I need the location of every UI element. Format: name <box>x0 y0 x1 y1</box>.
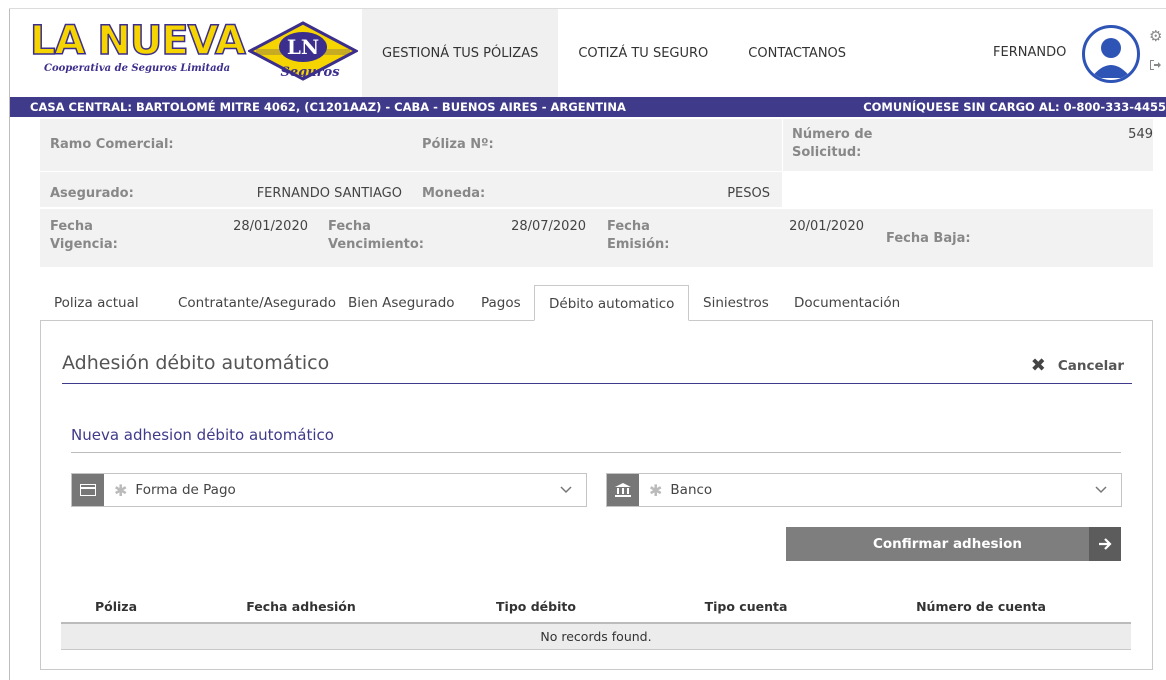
mark-initials: LN <box>287 35 319 59</box>
col-tipo-debito[interactable]: Tipo débito <box>476 599 596 614</box>
mark-word: Seguros <box>280 65 340 80</box>
cancel-button[interactable]: ✖ Cancelar <box>1031 355 1124 376</box>
forma-pago-select[interactable]: ✱ Forma de Pago <box>71 473 587 507</box>
emision-label-2: Emisión: <box>607 237 670 252</box>
debito-panel: Adhesión débito automático ✖ Cancelar Nu… <box>40 320 1153 670</box>
policy-row-3 <box>40 207 1153 267</box>
asegurado-label: Asegurado: <box>50 186 134 201</box>
confirm-adhesion-button[interactable]: Confirmar adhesion <box>786 527 1121 561</box>
tab-pagos[interactable]: Pagos <box>467 285 535 321</box>
logo-text: LA NUEVA <box>29 18 246 64</box>
chevron-down-icon <box>560 483 586 498</box>
phone-text: COMUNÍQUESE SIN CARGO AL: 0-800-333-4455 <box>863 100 1166 114</box>
tab-siniestros[interactable]: Siniestros <box>689 285 783 321</box>
tab-bien-asegurado[interactable]: Bien Asegurado <box>334 285 469 321</box>
avatar-silhouette <box>1091 38 1131 78</box>
logo-tagline: Cooperativa de Seguros Limitada <box>44 63 231 74</box>
col-tipo-cuenta[interactable]: Tipo cuenta <box>681 599 811 614</box>
panel-title: Adhesión débito automático <box>62 352 330 374</box>
emision-label-1: Fecha <box>607 219 650 234</box>
tab-contratante-asegurado[interactable]: Contratante/Asegurado <box>164 285 350 321</box>
emision-value: 20/01/2020 <box>789 219 864 234</box>
vigencia-label-2: Vigencia: <box>50 237 118 252</box>
ramo-label: Ramo Comercial: <box>50 137 174 152</box>
baja-label: Fecha Baja: <box>886 231 971 246</box>
header: LA NUEVA Cooperativa de Seguros Limitada… <box>10 9 1166 97</box>
user-avatar-icon[interactable] <box>1082 25 1140 83</box>
banco-select[interactable]: ✱ Banco <box>606 473 1122 507</box>
close-icon: ✖ <box>1030 355 1046 376</box>
forma-pago-placeholder: Forma de Pago <box>135 482 236 498</box>
title-divider <box>62 383 1132 384</box>
nav-gestiona-polizas[interactable]: GESTIONÁ TUS PÓLIZAS <box>362 9 559 97</box>
vencimiento-label-2: Vencimiento: <box>328 237 425 252</box>
confirm-label: Confirmar adhesion <box>872 536 1023 552</box>
nav-cotiza-seguro[interactable]: COTIZÁ TU SEGURO <box>558 9 728 97</box>
cancel-label: Cancelar <box>1057 357 1124 374</box>
logout-icon[interactable] <box>1149 59 1161 75</box>
info-bar: CASA CENTRAL: BARTOLOMÉ MITRE 4062, (C12… <box>10 97 1166 117</box>
solicitud-label-2: Solicitud: <box>792 145 862 160</box>
col-poliza[interactable]: Póliza <box>61 599 171 614</box>
banco-placeholder: Banco <box>670 482 713 498</box>
bank-icon <box>607 474 639 506</box>
col-numero-cuenta[interactable]: Número de cuenta <box>906 599 1056 614</box>
chevron-down-icon <box>1095 483 1121 498</box>
user-name[interactable]: FERNANDO <box>993 45 1066 60</box>
vencimiento-label-1: Fecha <box>328 219 371 234</box>
ln-seguros-mark-icon: LN Seguros <box>248 21 358 81</box>
brand-logo[interactable]: LA NUEVA Cooperativa de Seguros Limitada… <box>29 18 360 89</box>
required-icon: ✱ <box>649 480 663 500</box>
subtitle-divider <box>71 452 1121 453</box>
tab-debito-automatico[interactable]: Débito automatico <box>534 285 690 321</box>
vigencia-value: 28/01/2020 <box>233 219 308 234</box>
required-icon: ✱ <box>114 480 128 500</box>
credit-card-icon <box>72 474 104 506</box>
col-fecha-adhesion[interactable]: Fecha adhesión <box>231 599 371 614</box>
policy-row-1 <box>40 119 1153 171</box>
table-empty-row: No records found. <box>61 624 1131 650</box>
vigencia-label-1: Fecha <box>50 219 93 234</box>
nav-contactanos[interactable]: CONTACTANOS <box>728 9 866 97</box>
form-subtitle: Nueva adhesion débito automático <box>71 426 334 444</box>
asegurado-value: FERNANDO SANTIAGO <box>256 186 402 201</box>
arrow-right-icon <box>1089 527 1121 561</box>
policy-tabs: Poliza actual Contratante/Asegurado Bien… <box>40 285 1153 321</box>
gear-icon[interactable]: ⚙ <box>1149 27 1162 45</box>
vencimiento-value: 28/07/2020 <box>511 219 586 234</box>
poliza-label: Póliza Nº: <box>422 137 494 152</box>
tab-poliza-actual[interactable]: Poliza actual <box>40 285 153 321</box>
main-nav: GESTIONÁ TUS PÓLIZAS COTIZÁ TU SEGURO CO… <box>362 9 866 97</box>
solicitud-label-1: Número de <box>792 127 873 142</box>
solicitud-value: 549 <box>1128 127 1153 142</box>
table-header: Póliza Fecha adhesión Tipo débito Tipo c… <box>61 594 1131 624</box>
moneda-label: Moneda: <box>422 186 486 201</box>
moneda-value: PESOS <box>727 186 770 201</box>
address-text: CASA CENTRAL: BARTOLOMÉ MITRE 4062, (C12… <box>30 100 626 114</box>
tab-documentacion[interactable]: Documentación <box>780 285 914 321</box>
